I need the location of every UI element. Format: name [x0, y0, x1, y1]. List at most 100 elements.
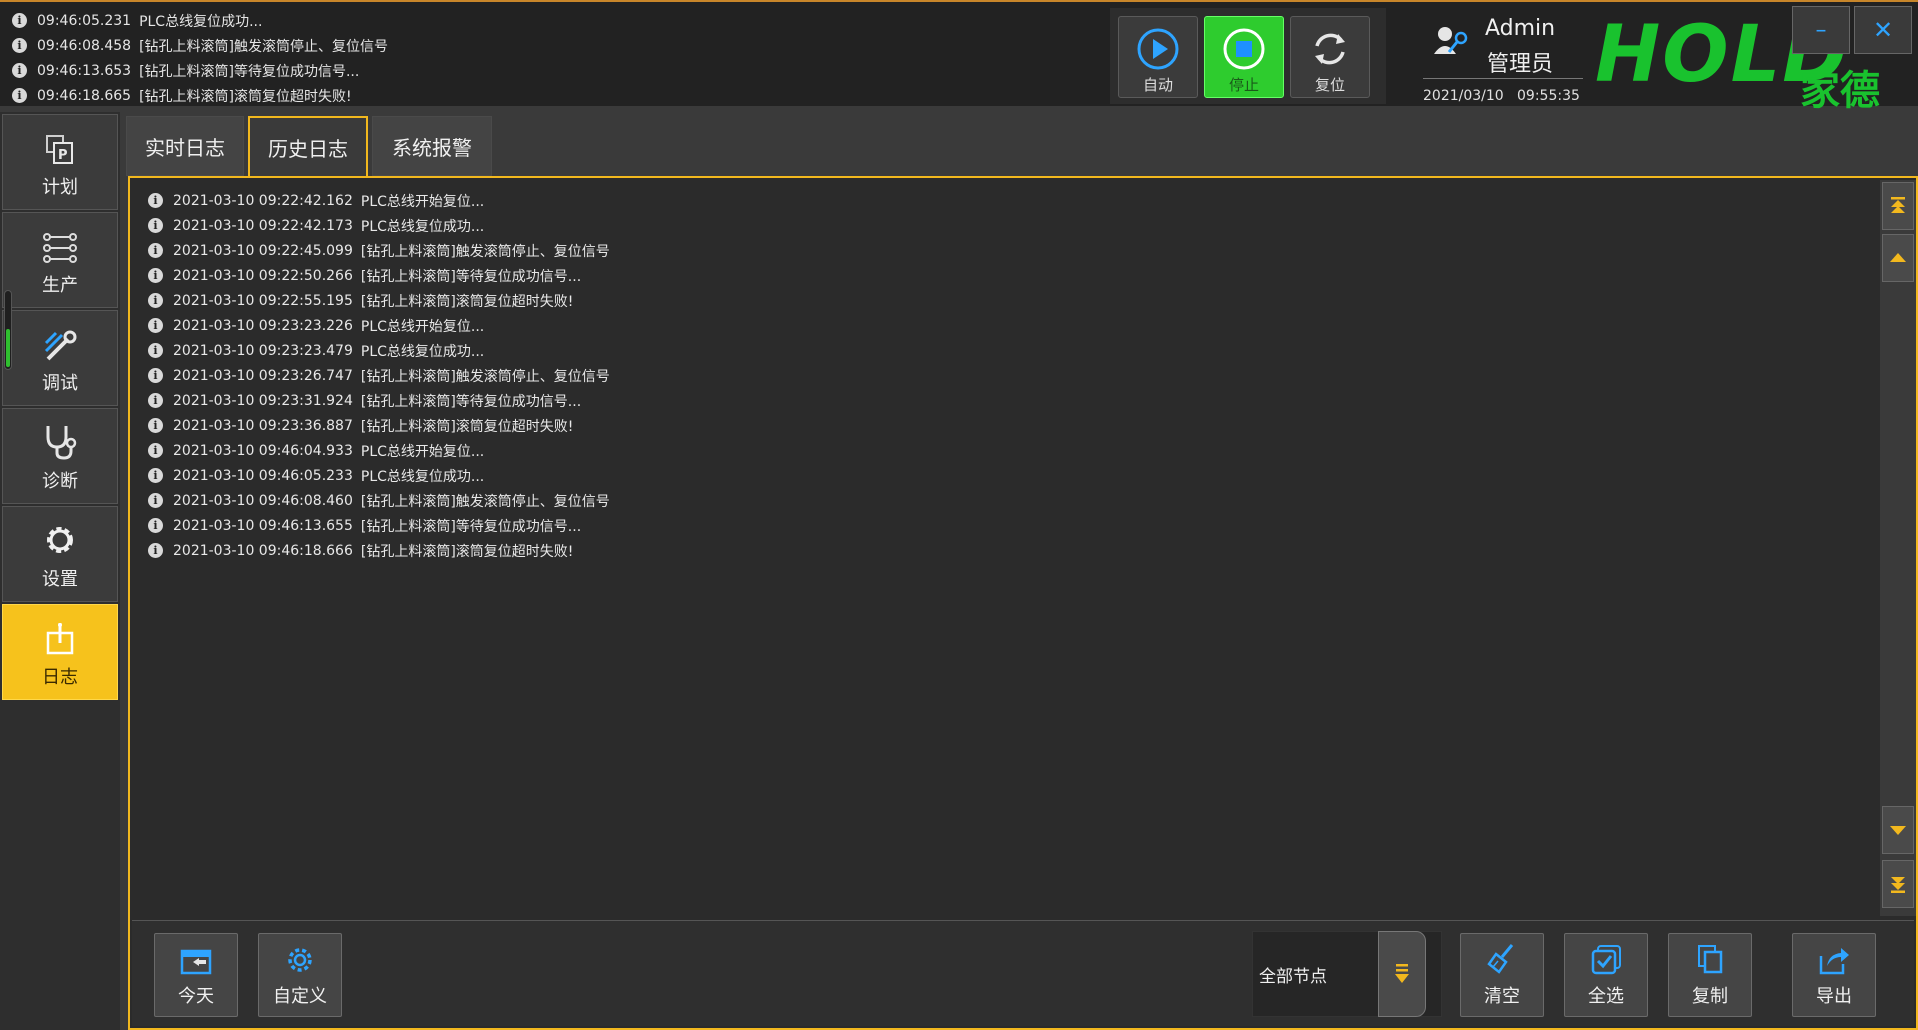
log-time: 09:46:18.665: [37, 87, 132, 104]
log-message: PLC总线复位成功...: [139, 13, 263, 30]
log-row[interactable]: i 2021-03-10 09:46:18.666 [钻孔上料滚筒]滚筒复位超时失败…: [148, 538, 1876, 563]
log-time: 2021-03-10 09:46:13.655: [173, 517, 353, 534]
nav-label: 日志: [42, 667, 78, 688]
log-row[interactable]: i 2021-03-10 09:23:23.479 PLC总线复位成功...: [148, 338, 1876, 363]
today-label: 今天: [178, 986, 214, 1007]
log-row[interactable]: i 2021-03-10 09:22:42.173 PLC总线复位成功...: [148, 213, 1876, 238]
log-time: 2021-03-10 09:23:26.747: [173, 367, 353, 384]
debug-icon: [44, 330, 77, 361]
scroll-thumb[interactable]: [6, 329, 10, 367]
export-button[interactable]: 导出: [1792, 933, 1876, 1017]
scroll-bottom-button[interactable]: [1882, 860, 1914, 908]
log-row[interactable]: i 2021-03-10 09:23:36.887 [钻孔上料滚筒]滚筒复位超时失败…: [148, 413, 1876, 438]
log-message: [钻孔上料滚筒]等待复位成功信号...: [360, 518, 582, 535]
broom-icon: [1487, 944, 1514, 974]
log-row[interactable]: i 2021-03-10 09:22:55.195 [钻孔上料滚筒]滚筒复位超时失败…: [148, 288, 1876, 313]
log-message: PLC总线开始复位...: [360, 318, 485, 335]
scroll-up-button[interactable]: [1882, 234, 1914, 282]
scroll-top-button[interactable]: [1882, 182, 1914, 230]
tab-system-alarm[interactable]: 系统报警: [372, 116, 492, 176]
info-icon: i: [148, 343, 163, 358]
info-icon: i: [12, 13, 27, 28]
plan-icon: P: [46, 135, 73, 164]
stop-button[interactable]: 停止: [1204, 16, 1284, 98]
sidebar-item-diagnose[interactable]: 诊断: [2, 408, 118, 504]
current-time: 09:55:35: [1517, 88, 1580, 104]
today-button[interactable]: 今天: [154, 933, 238, 1017]
sidebar-item-plan[interactable]: P 计划: [2, 114, 118, 210]
log-message: [钻孔上料滚筒]触发滚筒停止、复位信号: [139, 38, 388, 55]
log-message: PLC总线开始复位...: [360, 193, 485, 210]
tab-realtime-log[interactable]: 实时日志: [126, 116, 244, 176]
log-time: 2021-03-10 09:46:18.666: [173, 542, 353, 559]
log-row[interactable]: i 2021-03-10 09:46:13.655 [钻孔上料滚筒]等待复位成功信号…: [148, 513, 1876, 538]
main-content: 实时日志 历史日志 系统报警 i 2021-03-10 09:22:42.162 P…: [124, 112, 1918, 1030]
log-message: [钻孔上料滚筒]触发滚筒停止、复位信号: [360, 243, 610, 260]
scroll-down-button[interactable]: [1882, 806, 1914, 854]
log-row[interactable]: i 2021-03-10 09:46:04.933 PLC总线开始复位...: [148, 438, 1876, 463]
log-time: 2021-03-10 09:22:45.099: [173, 242, 353, 259]
log-message: [钻孔上料滚筒]触发滚筒停止、复位信号: [360, 368, 610, 385]
log-row[interactable]: i 2021-03-10 09:23:26.747 [钻孔上料滚筒]触发滚筒停止、复…: [148, 363, 1876, 388]
info-icon: i: [148, 493, 163, 508]
log-time: 2021-03-10 09:46:08.460: [173, 492, 353, 509]
recent-log-row: i 09:46:18.665 [钻孔上料滚筒]滚筒复位超时失败!: [12, 83, 1102, 108]
sidebar: P 计划 生产 调试 诊断 设置 日志: [0, 112, 120, 1030]
history-log-list[interactable]: i 2021-03-10 09:22:42.162 PLC总线开始复位... i 202…: [132, 180, 1876, 916]
copy-button[interactable]: 复制: [1668, 933, 1752, 1017]
node-dropdown-button[interactable]: [1378, 931, 1426, 1017]
log-row[interactable]: i 2021-03-10 09:23:23.226 PLC总线开始复位...: [148, 313, 1876, 338]
log-row[interactable]: i 2021-03-10 09:22:42.162 PLC总线开始复位...: [148, 188, 1876, 213]
recent-log-panel: i 09:46:05.231 PLC总线复位成功... i 09:46:08.4…: [12, 8, 1102, 105]
info-icon: i: [148, 418, 163, 433]
log-time: 2021-03-10 09:22:42.162: [173, 192, 353, 209]
log-row[interactable]: i 2021-03-10 09:46:08.460 [钻孔上料滚筒]触发滚筒停止、复…: [148, 488, 1876, 513]
auto-button[interactable]: 自动: [1118, 16, 1198, 98]
info-icon: i: [148, 193, 163, 208]
play-icon: [1137, 28, 1179, 70]
clear-button[interactable]: 清空: [1460, 933, 1544, 1017]
refresh-icon: [1315, 33, 1345, 65]
current-date: 2021/03/10: [1423, 88, 1504, 104]
sidebar-item-settings[interactable]: 设置: [2, 506, 118, 602]
log-message: [钻孔上料滚筒]滚筒复位超时失败!: [139, 88, 352, 105]
log-time: 2021-03-10 09:23:23.479: [173, 342, 353, 359]
minimize-button[interactable]: –: [1792, 6, 1850, 54]
gear-icon: [47, 527, 73, 553]
close-button[interactable]: ✕: [1854, 6, 1912, 54]
log-message: [钻孔上料滚筒]等待复位成功信号...: [360, 393, 582, 410]
stop-label: 停止: [1228, 76, 1259, 94]
sidebar-item-debug[interactable]: 调试: [2, 310, 118, 406]
double-down-icon: [1891, 877, 1905, 893]
custom-button[interactable]: 自定义: [258, 933, 342, 1017]
log-time: 2021-03-10 09:46:05.233: [173, 467, 353, 484]
app-window: i 09:46:05.231 PLC总线复位成功... i 09:46:08.4…: [0, 0, 1918, 1030]
log-time: 2021-03-10 09:23:31.924: [173, 392, 353, 409]
sidebar-item-log[interactable]: 日志: [2, 604, 118, 700]
log-time: 2021-03-10 09:46:04.933: [173, 442, 353, 459]
log-message: [钻孔上料滚筒]滚筒复位超时失败!: [360, 418, 574, 435]
log-time: 2021-03-10 09:23:23.226: [173, 317, 353, 334]
sidebar-scrollbar[interactable]: [4, 290, 12, 370]
user-name: Admin: [1485, 16, 1556, 41]
history-log-panel: i 2021-03-10 09:22:42.162 PLC总线开始复位... i 202…: [128, 176, 1918, 1030]
log-row[interactable]: i 2021-03-10 09:22:50.266 [钻孔上料滚筒]等待复位成功信号…: [148, 263, 1876, 288]
log-row[interactable]: i 2021-03-10 09:46:05.233 PLC总线复位成功...: [148, 463, 1876, 488]
log-time: 2021-03-10 09:23:36.887: [173, 417, 353, 434]
select-all-label: 全选: [1588, 986, 1624, 1007]
log-row[interactable]: i 2021-03-10 09:22:45.099 [钻孔上料滚筒]触发滚筒停止、复…: [148, 238, 1876, 263]
user-panel[interactable]: Admin 管理员 2021/03/10 09:55:35: [1405, 8, 1585, 104]
export-icon: [1819, 948, 1849, 975]
sidebar-item-production[interactable]: 生产: [2, 212, 118, 308]
log-message: [钻孔上料滚筒]等待复位成功信号...: [139, 63, 360, 80]
tab-history-log[interactable]: 历史日志: [248, 116, 368, 176]
log-toolbar: 今天 自定义 全部节点 清空 全选 复制 导出: [132, 920, 1914, 1026]
log-row[interactable]: i 2021-03-10 09:23:31.924 [钻孔上料滚筒]等待复位成功信号…: [148, 388, 1876, 413]
select-all-button[interactable]: 全选: [1564, 933, 1648, 1017]
log-message: [钻孔上料滚筒]触发滚筒停止、复位信号: [360, 493, 610, 510]
auto-label: 自动: [1142, 76, 1173, 94]
nav-label: 诊断: [42, 471, 78, 492]
reset-button[interactable]: 复位: [1290, 16, 1370, 98]
info-icon: i: [148, 468, 163, 483]
info-icon: i: [12, 63, 27, 78]
